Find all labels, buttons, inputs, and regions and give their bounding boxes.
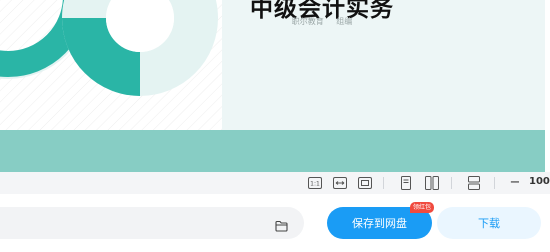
cover-meta-role: 组编 [336,17,353,26]
cover-band [0,130,545,172]
document-preview[interactable]: 中级会计实务 职尔教育 组编 [0,0,550,172]
continuous-scroll-icon[interactable] [467,176,481,190]
cover-graphic [0,0,222,130]
view-toolbar: 1:1 − 100 [0,172,550,194]
cover-meta-publisher: 职尔教育 [291,17,324,26]
toolbar-divider [451,177,452,189]
two-page-icon[interactable] [425,176,439,190]
red-packet-badge: 领红包 [410,202,435,213]
cover-ring-shapes [0,0,222,130]
actual-size-icon[interactable]: 1:1 [308,176,322,190]
save-path-field[interactable] [0,207,304,239]
folder-icon[interactable] [275,217,288,232]
download-button[interactable]: 下载 [437,207,541,239]
cover-meta: 职尔教育 组编 [222,16,422,27]
svg-text:1:1: 1:1 [310,181,320,188]
fit-page-icon[interactable] [358,176,372,190]
action-bar: 保存到网盘 领红包 下载 [0,194,550,252]
single-page-icon[interactable] [399,176,413,190]
fit-width-icon[interactable] [333,176,347,190]
toolbar-divider [383,177,384,189]
vertical-scrollbar[interactable] [545,0,550,172]
document-viewer: 中级会计实务 职尔教育 组编 1:1 − 100 保存到网盘 领红包 下载 [0,0,550,252]
zoom-level: 100 [529,176,550,187]
zoom-out-icon[interactable]: − [509,175,521,191]
toolbar-divider [494,177,495,189]
